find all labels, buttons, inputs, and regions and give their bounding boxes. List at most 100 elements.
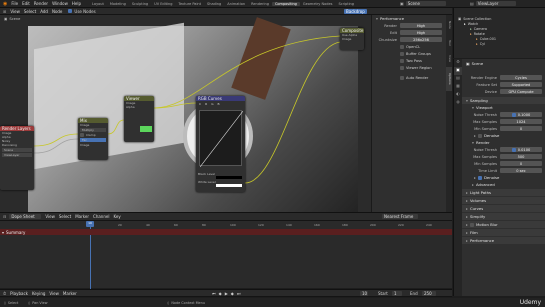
- clamp-checkbox[interactable]: [80, 133, 84, 137]
- tab-geometry-nodes[interactable]: Geometry Nodes: [300, 2, 336, 6]
- current-frame-field[interactable]: 10: [360, 290, 368, 296]
- performance-panel[interactable]: ▸ Performance: [462, 237, 545, 244]
- menu-help[interactable]: Help: [72, 1, 81, 6]
- menu-key[interactable]: Key: [113, 214, 120, 219]
- scene-selector[interactable]: ▣ Scene: [400, 1, 446, 6]
- sidebar-tab-view[interactable]: View: [446, 51, 452, 67]
- dope-sheet-mode[interactable]: Dope Sheet: [9, 214, 42, 219]
- viewport-noise-field[interactable]: 0.1000: [500, 112, 542, 117]
- viewer-region-checkbox[interactable]: [400, 65, 404, 70]
- playhead-line[interactable]: [90, 227, 91, 289]
- end-frame-field[interactable]: 250: [422, 290, 436, 296]
- tab-layout[interactable]: Layout: [89, 2, 107, 6]
- performance-panel-header[interactable]: ▾ Performance: [372, 15, 446, 22]
- render-engine-dropdown[interactable]: Cycles: [500, 75, 542, 80]
- jump-start-icon[interactable]: ⏮: [212, 291, 216, 296]
- tab-compositing[interactable]: Compositing: [271, 1, 300, 6]
- curve-graph[interactable]: [199, 110, 244, 168]
- tab-texture-paint[interactable]: Texture Paint: [175, 2, 204, 6]
- fac-slider[interactable]: Fac: [80, 138, 106, 142]
- view-layer-field[interactable]: ViewLayer: [2, 153, 32, 157]
- render-tab-icon[interactable]: ▣: [454, 67, 462, 75]
- view-layer-selector[interactable]: ▤ ViewLayer: [470, 1, 516, 6]
- output-tab-icon[interactable]: ▤: [454, 75, 462, 83]
- next-key-icon[interactable]: ◆: [231, 291, 234, 296]
- menu-keying[interactable]: Keying: [32, 291, 45, 296]
- edit-quality-dropdown[interactable]: High: [400, 30, 442, 35]
- film-panel[interactable]: ▸ Film: [462, 229, 545, 236]
- menu-select[interactable]: Select: [59, 214, 71, 219]
- composite-node[interactable]: Composite Use Alpha Image: [340, 28, 364, 50]
- outliner-item[interactable]: ▸ Cyl: [454, 41, 545, 46]
- simplify-panel[interactable]: ▸ Simplify: [462, 213, 545, 220]
- sampling-panel-header[interactable]: ▾ Sampling: [462, 97, 545, 104]
- viewport-subpanel-header[interactable]: ▾ Viewport: [462, 104, 545, 111]
- menu-marker[interactable]: Marker: [63, 291, 77, 296]
- channel-g[interactable]: G: [211, 102, 213, 106]
- mix-node[interactable]: Mix Image Multiply Clamp Fac Image: [78, 118, 108, 160]
- white-level-swatch[interactable]: [216, 184, 242, 187]
- viewport-denoise-header[interactable]: ▸ Denoise: [462, 132, 545, 139]
- render-denoise-checkbox[interactable]: [478, 175, 482, 180]
- tab-sculpting[interactable]: Sculpting: [129, 2, 151, 6]
- menu-playback[interactable]: Playback: [10, 291, 28, 296]
- motion-blur-panel[interactable]: ▸ Motion Blur: [462, 221, 545, 228]
- world-tab-icon[interactable]: ◍: [454, 99, 462, 107]
- viewport-max-field[interactable]: 1024: [500, 119, 542, 124]
- channel-b[interactable]: B: [218, 102, 220, 106]
- menu-file[interactable]: File: [11, 1, 18, 6]
- device-dropdown[interactable]: GPU Compute: [500, 89, 542, 94]
- buffer-groups-checkbox[interactable]: [400, 51, 404, 56]
- tab-animation[interactable]: Animation: [224, 2, 248, 6]
- auto-render-checkbox[interactable]: [400, 75, 404, 80]
- scene-field[interactable]: Scene: [2, 148, 32, 152]
- menu-view[interactable]: View: [49, 291, 59, 296]
- menu-render[interactable]: Render: [34, 1, 48, 6]
- menu-marker[interactable]: Marker: [75, 214, 89, 219]
- summary-channel[interactable]: ▾ Summary: [0, 229, 452, 235]
- jump-end-icon[interactable]: ⏭: [237, 291, 241, 296]
- tab-modeling[interactable]: Modeling: [107, 2, 129, 6]
- rgb-curves-node[interactable]: RGB Curves C R G B Black Level White Lev…: [196, 96, 245, 192]
- editor-type-icon[interactable]: ⊟: [3, 214, 6, 219]
- opencl-checkbox[interactable]: [400, 44, 404, 49]
- blender-logo-icon[interactable]: ◉: [3, 1, 7, 7]
- menu-window[interactable]: Window: [52, 1, 68, 6]
- play-icon[interactable]: ▶: [225, 291, 228, 296]
- render-min-field[interactable]: 0: [500, 161, 542, 166]
- view-layer-name[interactable]: ViewLayer: [475, 1, 516, 6]
- menu-channel[interactable]: Channel: [93, 214, 109, 219]
- curves-panel[interactable]: ▸ Curves: [462, 205, 545, 212]
- tab-shading[interactable]: Shading: [204, 2, 224, 6]
- two-pass-checkbox[interactable]: [400, 58, 404, 63]
- render-denoise-header[interactable]: ▸ Denoise: [462, 174, 545, 181]
- menu-edit[interactable]: Edit: [22, 1, 30, 6]
- view-layer-tab-icon[interactable]: ▦: [454, 83, 462, 91]
- sidebar-tab-options[interactable]: Options: [446, 67, 452, 91]
- viewport-min-field[interactable]: 0: [500, 126, 542, 131]
- render-subpanel-header[interactable]: ▾ Render: [462, 139, 545, 146]
- menu-view[interactable]: View: [45, 214, 55, 219]
- feature-set-dropdown[interactable]: Supported: [500, 82, 542, 87]
- start-frame-field[interactable]: 1: [392, 290, 402, 296]
- tool-tab-icon[interactable]: ⚙: [454, 59, 462, 67]
- editor-type-icon[interactable]: ⏱: [3, 291, 6, 296]
- viewer-node[interactable]: Viewer Image Alpha: [124, 96, 154, 142]
- channel-c[interactable]: C: [199, 102, 201, 106]
- sidebar-tab-tool[interactable]: Tool: [446, 35, 452, 51]
- render-quality-dropdown[interactable]: High: [400, 23, 442, 28]
- black-level-swatch[interactable]: [216, 176, 242, 179]
- tab-uv-editing[interactable]: UV Editing: [151, 2, 175, 6]
- render-layers-node[interactable]: Render Layers Image Alpha Noisy Denoisin…: [0, 126, 34, 190]
- scene-tab-icon[interactable]: ◐: [454, 91, 462, 99]
- volumes-panel[interactable]: ▸ Volumes: [462, 197, 545, 204]
- snap-mode-dropdown[interactable]: Nearest Frame: [382, 214, 418, 219]
- viewport-denoise-checkbox[interactable]: [478, 133, 482, 138]
- render-max-field[interactable]: 500: [500, 154, 542, 159]
- light-paths-panel[interactable]: ▸ Light Paths: [462, 189, 545, 196]
- time-limit-field[interactable]: 0 sec: [500, 168, 542, 173]
- noise-threshold-checkbox[interactable]: [511, 112, 516, 117]
- frame-ruler[interactable]: 0 20 40 60 80 100 120 140 160 180 200 22…: [90, 222, 452, 228]
- sidebar-tab-node[interactable]: Node: [446, 15, 452, 35]
- advanced-subpanel-header[interactable]: ▸ Advanced: [462, 181, 545, 188]
